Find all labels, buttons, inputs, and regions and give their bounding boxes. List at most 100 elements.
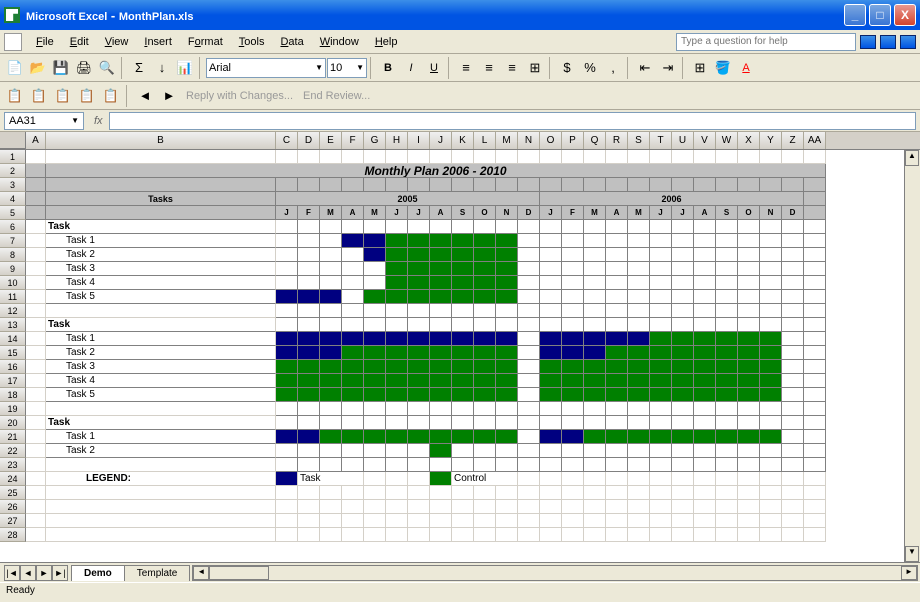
minimize-button[interactable]: _	[844, 4, 866, 26]
task-0-4[interactable]: Task 5	[46, 290, 276, 304]
row-header-28[interactable]: 28	[0, 528, 26, 542]
review-next-icon[interactable]: ►	[158, 85, 180, 107]
col-header-I[interactable]: I	[408, 132, 430, 149]
month-cell[interactable]: F	[562, 206, 584, 220]
month-cell[interactable]: M	[320, 206, 342, 220]
task-1-3[interactable]: Task 4	[46, 374, 276, 388]
tab-next-icon[interactable]: ►	[36, 565, 52, 581]
end-review-button[interactable]: End Review...	[303, 90, 370, 102]
tab-prev-icon[interactable]: ◄	[20, 565, 36, 581]
task-2-1[interactable]: Task 2	[46, 444, 276, 458]
worksheet-area[interactable]: ABCDEFGHIJKLMNOPQRSTUVWXYZAA 12345678910…	[0, 132, 920, 562]
row-header-7[interactable]: 7	[0, 234, 26, 248]
month-cell[interactable]: D	[518, 206, 540, 220]
legend-task-text[interactable]: Task	[298, 472, 364, 486]
menu-help[interactable]: Help	[367, 33, 406, 51]
month-cell[interactable]: A	[694, 206, 716, 220]
row-header-17[interactable]: 17	[0, 374, 26, 388]
col-header-K[interactable]: K	[452, 132, 474, 149]
row-header-19[interactable]: 19	[0, 402, 26, 416]
review-icon[interactable]: 📋	[4, 85, 26, 107]
col-header-S[interactable]: S	[628, 132, 650, 149]
increase-indent-icon[interactable]: ⇥	[657, 57, 679, 79]
menu-insert[interactable]: Insert	[136, 33, 180, 51]
bold-icon[interactable]: B	[377, 57, 399, 79]
col-header-F[interactable]: F	[342, 132, 364, 149]
comma-icon[interactable]: ,	[602, 57, 624, 79]
reply-changes-button[interactable]: Reply with Changes...	[186, 90, 293, 102]
task-0-2[interactable]: Task 3	[46, 262, 276, 276]
legend-control-text[interactable]: Control	[452, 472, 518, 486]
month-cell[interactable]: A	[342, 206, 364, 220]
scroll-left-icon[interactable]: ◄	[193, 566, 209, 580]
row-header-2[interactable]: 2	[0, 164, 26, 178]
col-header-N[interactable]: N	[518, 132, 540, 149]
formula-input[interactable]	[109, 112, 916, 130]
col-header-Y[interactable]: Y	[760, 132, 782, 149]
menu-data[interactable]: Data	[272, 33, 311, 51]
review-prev-icon[interactable]: ◄	[134, 85, 156, 107]
row-header-21[interactable]: 21	[0, 430, 26, 444]
sort-icon[interactable]: ↓	[151, 57, 173, 79]
col-header-P[interactable]: P	[562, 132, 584, 149]
merge-icon[interactable]: ⊞	[524, 57, 546, 79]
open-icon[interactable]: 📂	[27, 57, 49, 79]
sheet-tab-demo[interactable]: Demo	[71, 565, 125, 581]
font-name-select[interactable]: Arial▼	[206, 58, 326, 78]
row-header-10[interactable]: 10	[0, 276, 26, 290]
review-icon-2[interactable]: 📋	[28, 85, 50, 107]
col-header-R[interactable]: R	[606, 132, 628, 149]
legend-label[interactable]: LEGEND:	[46, 472, 276, 486]
month-cell[interactable]: F	[298, 206, 320, 220]
align-right-icon[interactable]: ≡	[501, 57, 523, 79]
row-header-22[interactable]: 22	[0, 444, 26, 458]
row-header-5[interactable]: 5	[0, 206, 26, 220]
select-all-button[interactable]	[0, 132, 26, 149]
task-2-0[interactable]: Task 1	[46, 430, 276, 444]
currency-icon[interactable]: $	[556, 57, 578, 79]
review-icon-3[interactable]: 📋	[52, 85, 74, 107]
month-cell[interactable]: A	[606, 206, 628, 220]
col-header-A[interactable]: A	[26, 132, 46, 149]
month-cell[interactable]: N	[760, 206, 782, 220]
task-1-2[interactable]: Task 3	[46, 360, 276, 374]
month-cell[interactable]: J	[386, 206, 408, 220]
chart-icon[interactable]: 📊	[174, 57, 196, 79]
decrease-indent-icon[interactable]: ⇤	[634, 57, 656, 79]
sum-icon[interactable]: Σ	[128, 57, 150, 79]
row-header-4[interactable]: 4	[0, 192, 26, 206]
sheet-tab-template[interactable]: Template	[124, 565, 191, 581]
group-header-1[interactable]: Task	[46, 318, 276, 332]
underline-icon[interactable]: U	[423, 57, 445, 79]
fill-color-icon[interactable]: 🪣	[712, 57, 734, 79]
task-1-1[interactable]: Task 2	[46, 346, 276, 360]
month-cell[interactable]: O	[738, 206, 760, 220]
year-2005[interactable]: 2005	[276, 192, 540, 206]
menu-edit[interactable]: Edit	[62, 33, 97, 51]
col-header-Q[interactable]: Q	[584, 132, 606, 149]
col-header-C[interactable]: C	[276, 132, 298, 149]
vertical-scrollbar[interactable]: ▲ ▼	[904, 150, 920, 562]
col-header-U[interactable]: U	[672, 132, 694, 149]
col-header-X[interactable]: X	[738, 132, 760, 149]
tasks-header[interactable]: Tasks	[46, 192, 276, 206]
maximize-button[interactable]: □	[869, 4, 891, 26]
month-cell[interactable]: J	[540, 206, 562, 220]
month-cell[interactable]: J	[650, 206, 672, 220]
row-header-9[interactable]: 9	[0, 262, 26, 276]
month-cell[interactable]: M	[364, 206, 386, 220]
col-header-H[interactable]: H	[386, 132, 408, 149]
row-header-13[interactable]: 13	[0, 318, 26, 332]
row-header-20[interactable]: 20	[0, 416, 26, 430]
col-header-B[interactable]: B	[46, 132, 276, 149]
review-icon-5[interactable]: 📋	[100, 85, 122, 107]
group-header-2[interactable]: Task	[46, 416, 276, 430]
legend-task-swatch[interactable]	[276, 472, 298, 486]
row-header-12[interactable]: 12	[0, 304, 26, 318]
horizontal-scrollbar[interactable]: ◄ ►	[192, 565, 918, 581]
month-cell[interactable]: A	[430, 206, 452, 220]
name-box[interactable]: AA31▼	[4, 112, 84, 130]
row-header-18[interactable]: 18	[0, 388, 26, 402]
row-header-6[interactable]: 6	[0, 220, 26, 234]
menu-file[interactable]: File	[28, 33, 62, 51]
